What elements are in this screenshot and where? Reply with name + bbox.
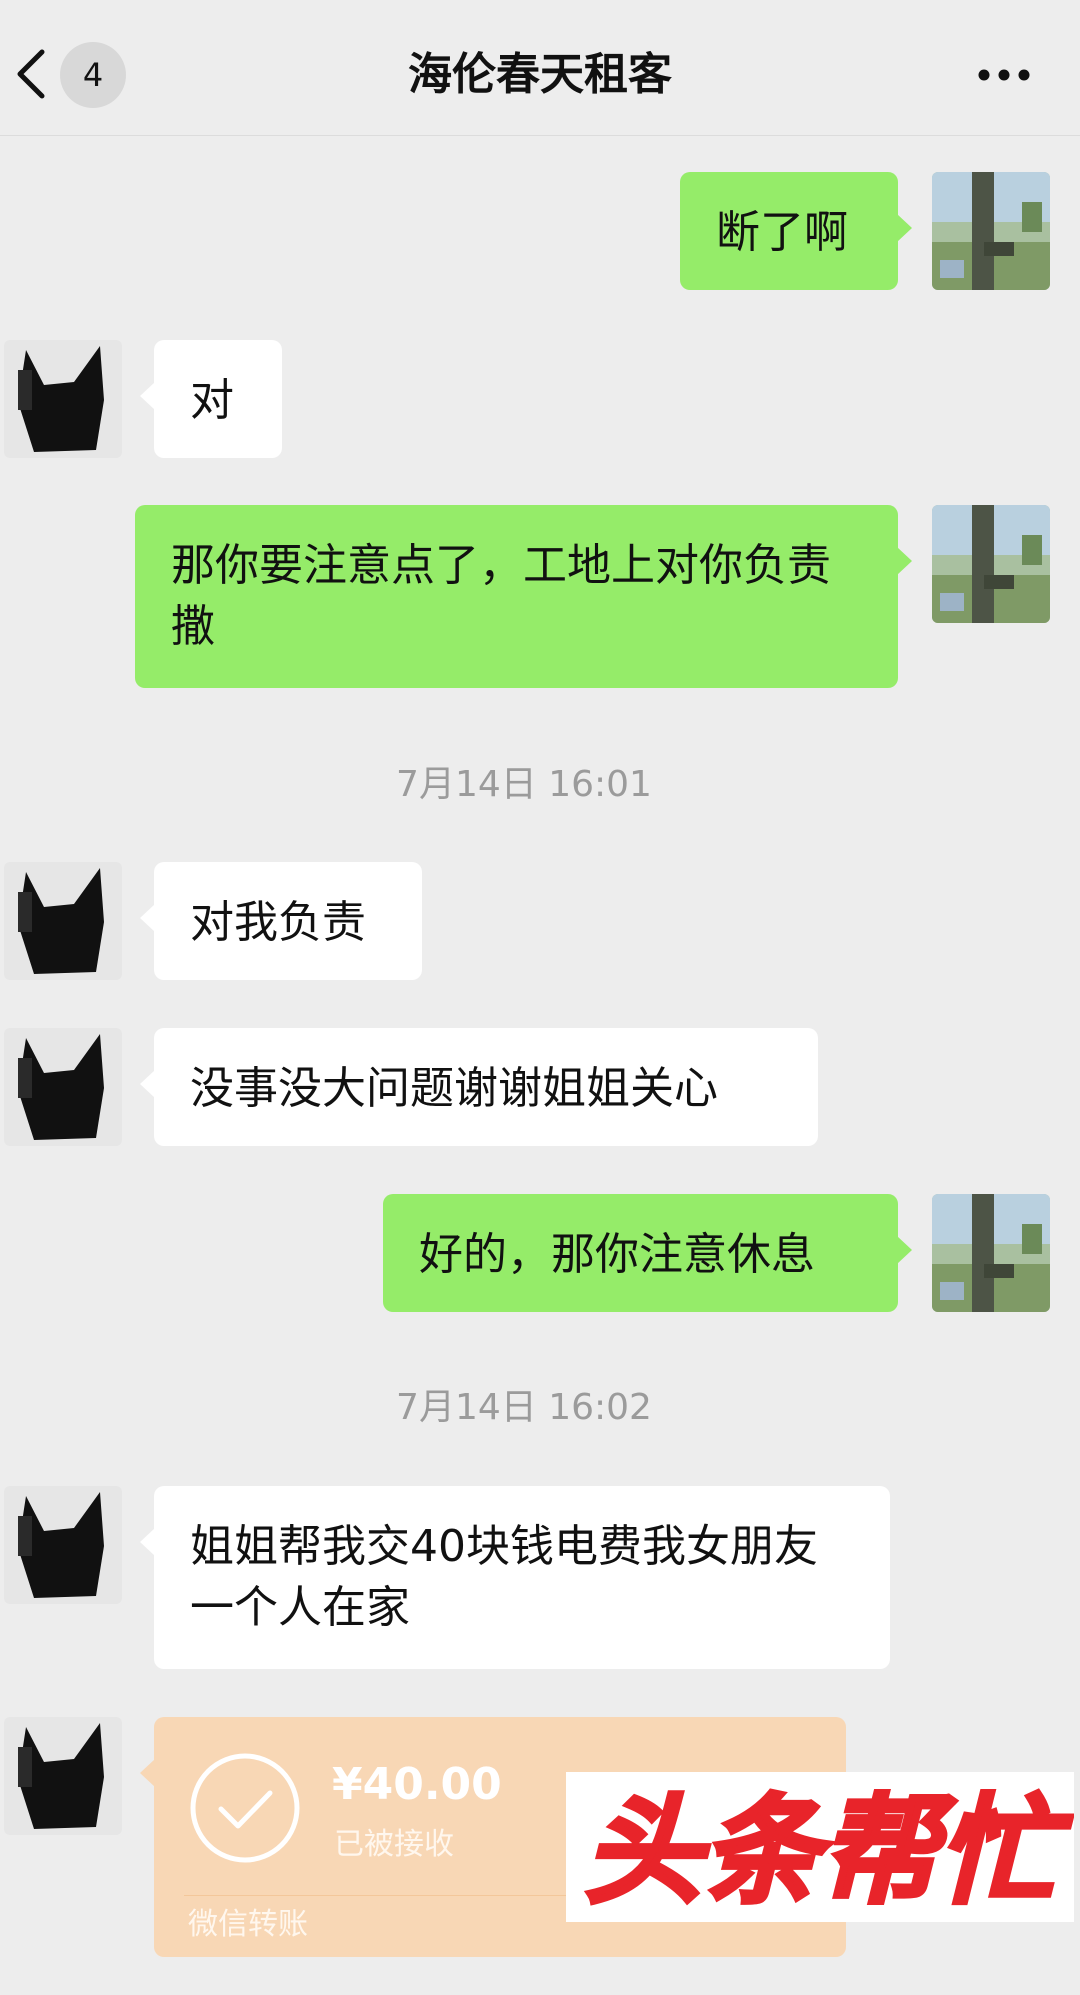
contact-avatar[interactable] [4, 1486, 122, 1604]
dog-avatar-icon [4, 1717, 122, 1835]
watermark-text: 头条帮忙 [584, 1782, 1073, 1920]
dog-avatar-icon [4, 862, 122, 980]
dog-avatar-icon [4, 1028, 122, 1146]
transfer-footer-label: 微信转账 [188, 1907, 308, 1942]
message-bubble-incoming[interactable]: 对 [140, 340, 282, 458]
message-bubble-outgoing[interactable]: 断了啊 [680, 172, 912, 290]
my-avatar[interactable] [932, 172, 1050, 290]
contact-avatar[interactable] [4, 340, 122, 458]
transfer-status: 已被接收 [334, 1827, 454, 1862]
landscape-avatar-icon [932, 172, 1050, 290]
message-bubble-incoming[interactable]: 对我负责 [140, 862, 422, 980]
message-text: 那你要注意点了，工地上对你负责撒 [171, 540, 831, 652]
timestamp: 7月14日 16:01 [396, 764, 652, 805]
transfer-amount: ¥40.00 [332, 1759, 502, 1810]
chat-header: 4 海伦春天租客 [0, 0, 1080, 136]
message-text: 断了啊 [716, 207, 848, 258]
message-text: 姐姐帮我交40块钱电费我女朋友一个人在家 [190, 1521, 818, 1633]
message-bubble-outgoing[interactable]: 好的，那你注意休息 [383, 1194, 912, 1312]
landscape-avatar-icon [932, 505, 1050, 623]
dog-avatar-icon [4, 340, 122, 458]
message-bubble-outgoing[interactable]: 那你要注意点了，工地上对你负责撒 [135, 505, 912, 688]
more-options-icon[interactable] [976, 60, 1032, 90]
timestamp: 7月14日 16:02 [396, 1387, 652, 1428]
toutiao-bangmang-watermark-logo: 头条帮忙 [566, 1772, 1074, 1922]
contact-avatar[interactable] [4, 1028, 122, 1146]
check-circle-icon [190, 1753, 300, 1863]
message-text: 对 [190, 375, 234, 426]
contact-avatar[interactable] [4, 862, 122, 980]
contact-avatar[interactable] [4, 1717, 122, 1835]
message-bubble-incoming[interactable]: 姐姐帮我交40块钱电费我女朋友一个人在家 [140, 1486, 890, 1669]
my-avatar[interactable] [932, 1194, 1050, 1312]
message-text: 好的，那你注意休息 [419, 1229, 815, 1280]
my-avatar[interactable] [932, 505, 1050, 623]
dog-avatar-icon [4, 1486, 122, 1604]
message-bubble-incoming[interactable]: 没事没大问题谢谢姐姐关心 [140, 1028, 818, 1146]
chat-title: 海伦春天租客 [408, 49, 672, 100]
landscape-avatar-icon [932, 1194, 1050, 1312]
message-text: 没事没大问题谢谢姐姐关心 [190, 1063, 718, 1114]
message-text: 对我负责 [190, 897, 366, 948]
